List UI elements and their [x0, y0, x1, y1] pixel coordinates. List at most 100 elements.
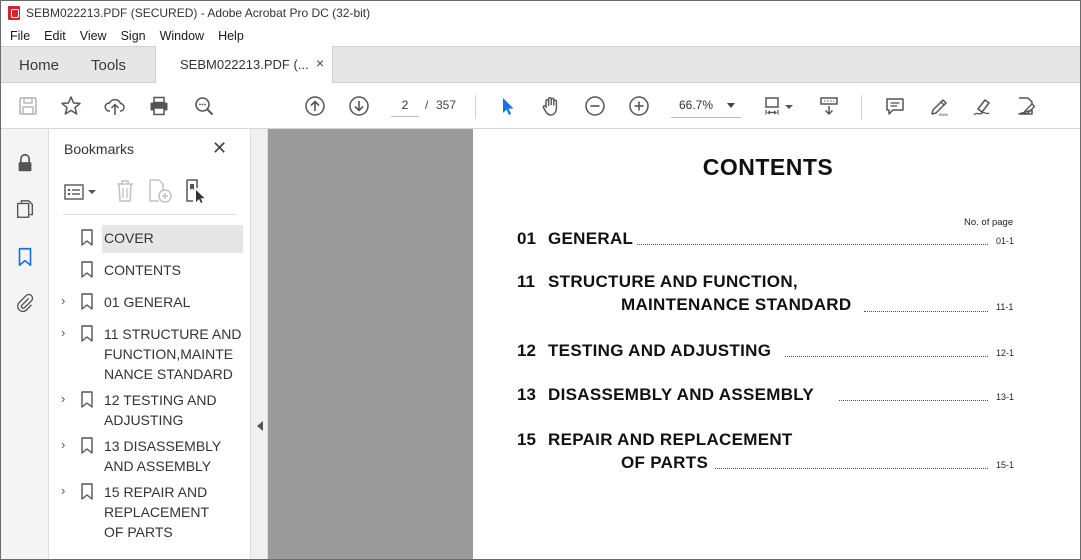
menu-view[interactable]: View [80, 29, 107, 43]
tab-document[interactable]: SEBM022213.PDF (... × [155, 46, 333, 84]
toc-title-continued: MAINTENANCE STANDARD [621, 295, 852, 314]
bookmark-icon [81, 437, 93, 454]
next-page-icon[interactable] [346, 93, 372, 119]
chevron-down-icon [727, 103, 735, 108]
toc-number: 01 [517, 229, 536, 248]
panel-splitter[interactable] [250, 129, 268, 559]
toc-leader [839, 400, 988, 401]
bookmark-options-icon[interactable] [63, 180, 99, 204]
bookmark-label: 11 STRUCTURE AND FUNCTION,MAINTENANCE ST… [104, 326, 242, 382]
bookmark-label: 13 DISASSEMBLY AND ASSEMBLY [104, 438, 221, 474]
no-of-page-label: No. of page [964, 217, 1014, 228]
document-canvas-background [268, 129, 473, 559]
toc-number: 12 [517, 341, 536, 360]
toolbar-divider-2 [861, 95, 862, 119]
bookmark-item-testing[interactable]: › 12 TESTING AND ADJUSTING [49, 387, 250, 429]
zoom-level-value: 66.7% [679, 98, 714, 112]
bookmark-item-general[interactable]: › 01 GENERAL [49, 289, 250, 317]
hand-tool-icon[interactable] [538, 93, 564, 119]
bookmark-icon [81, 293, 93, 310]
toc-title: REPAIR AND REPLACEMENT [548, 430, 793, 449]
document-page: CONTENTS No. of page 01 GENERAL 01-1 11 … [473, 129, 1080, 559]
select-cursor-icon[interactable] [494, 93, 520, 119]
tab-home[interactable]: Home [19, 57, 59, 74]
bookmark-item-disassembly[interactable]: › 13 DISASSEMBLY AND ASSEMBLY [49, 433, 250, 475]
bookmark-panel-icon[interactable] [13, 245, 37, 269]
bookmark-item-cover[interactable]: COVER [49, 225, 250, 253]
bookmark-label: CONTENTS [104, 262, 181, 278]
chevron-right-icon[interactable]: › [61, 437, 65, 452]
previous-page-icon[interactable] [302, 93, 328, 119]
toc-page: 11-1 [996, 302, 1014, 312]
chevron-right-icon[interactable]: › [61, 483, 65, 498]
acrobat-app-icon [8, 6, 20, 20]
toc-number: 11 [517, 272, 535, 291]
menu-help[interactable]: Help [218, 29, 244, 43]
toc-page: 15-1 [996, 460, 1015, 470]
highlight-pen-icon[interactable] [926, 93, 952, 119]
bookmarks-toolbar [63, 175, 237, 215]
menu-sign[interactable]: Sign [121, 29, 146, 43]
page-separator: / [425, 98, 429, 112]
menu-bar: File Edit View Sign Window Help [1, 25, 1080, 46]
toc-page: 13-1 [996, 392, 1015, 402]
bookmark-item-repair[interactable]: › 15 REPAIR AND REPLACEMENT OF PARTS [49, 479, 250, 541]
new-bookmark-icon[interactable] [147, 178, 173, 204]
close-tab-icon[interactable]: × [316, 55, 324, 71]
edit-pdf-icon[interactable] [1013, 93, 1039, 119]
toc-title: GENERAL [548, 229, 634, 248]
bookmark-icon [81, 325, 93, 342]
menu-window[interactable]: Window [160, 29, 204, 43]
star-icon[interactable] [58, 93, 84, 119]
page-total: 357 [436, 98, 457, 112]
zoom-in-icon[interactable] [626, 93, 652, 119]
page-thumbnails-icon[interactable] [13, 197, 37, 221]
upload-cloud-icon[interactable] [102, 93, 128, 119]
delete-bookmark-icon[interactable] [113, 178, 137, 204]
bookmark-label: 01 GENERAL [104, 294, 191, 310]
fit-page-dropdown-icon[interactable] [783, 93, 795, 119]
tab-tools[interactable]: Tools [91, 57, 126, 74]
toc-number: 13 [517, 385, 536, 404]
window-title: SEBM022213.PDF (SECURED) - Adobe Acrobat… [26, 6, 371, 20]
collapse-panel-icon[interactable] [257, 421, 263, 431]
bookmark-item-structure[interactable]: › 11 STRUCTURE AND FUNCTION,MAINTENANCE … [49, 321, 250, 383]
toc-title: TESTING AND ADJUSTING [548, 341, 772, 360]
attachment-icon[interactable] [13, 291, 37, 315]
acrobat-window: SEBM022213.PDF (SECURED) - Adobe Acrobat… [0, 0, 1081, 560]
menu-file[interactable]: File [10, 29, 30, 43]
print-icon[interactable] [146, 93, 172, 119]
navigation-rail [1, 129, 49, 559]
menu-edit[interactable]: Edit [44, 29, 66, 43]
scroll-mode-icon[interactable] [816, 93, 842, 119]
chevron-right-icon[interactable]: › [61, 325, 65, 340]
toc-entry: 12 TESTING AND ADJUSTING 12-1 [517, 341, 1017, 363]
bookmark-icon [81, 391, 93, 408]
chevron-right-icon[interactable]: › [61, 293, 65, 308]
tab-bar: Home Tools SEBM022213.PDF (... × [1, 46, 1080, 84]
sign-pen-icon[interactable] [970, 93, 996, 119]
toc-title: DISASSEMBLY AND ASSEMBLY [548, 385, 815, 404]
page-number-input[interactable] [391, 93, 419, 117]
toc-leader [864, 311, 988, 312]
bookmark-icon [81, 229, 93, 246]
lock-icon[interactable] [13, 151, 37, 175]
toc-leader [637, 244, 988, 245]
save-icon[interactable] [15, 93, 41, 119]
bookmark-label: 15 REPAIR AND REPLACEMENT OF PARTS [104, 484, 209, 540]
zoom-out-icon[interactable] [582, 93, 608, 119]
zoom-level-dropdown[interactable]: 66.7% [671, 94, 741, 118]
toc-entry: 11 STRUCTURE AND FUNCTION, MAINTENANCE S… [517, 272, 1017, 318]
toc-page: 12-1 [996, 348, 1015, 358]
bookmark-icon [81, 261, 93, 278]
zoom-search-icon[interactable] [191, 93, 217, 119]
bookmark-icon [81, 483, 93, 500]
toc-entry: 13 DISASSEMBLY AND ASSEMBLY 13-1 [517, 385, 1017, 407]
bookmark-item-contents[interactable]: CONTENTS [49, 257, 250, 285]
find-bookmark-icon[interactable] [183, 178, 209, 204]
bookmark-label: 12 TESTING AND ADJUSTING [104, 392, 217, 428]
chevron-right-icon[interactable]: › [61, 391, 65, 406]
close-panel-icon[interactable]: ✕ [212, 138, 227, 159]
document-tab-label: SEBM022213.PDF (... [180, 57, 309, 72]
comment-icon[interactable] [882, 93, 908, 119]
